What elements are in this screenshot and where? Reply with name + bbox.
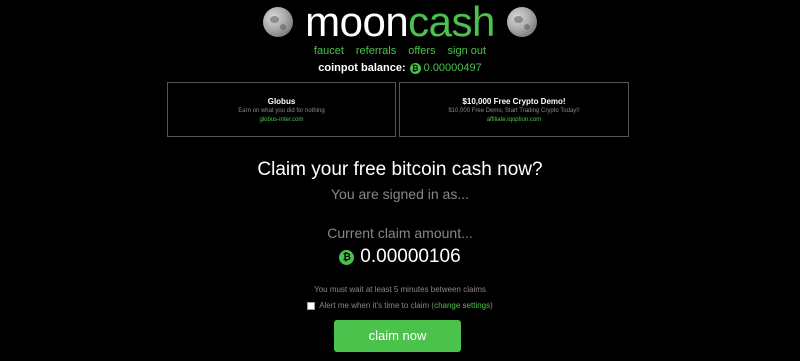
claim-headline: Claim your free bitcoin cash now? bbox=[257, 159, 543, 180]
page: mooncash faucet referrals offers sign ou… bbox=[0, 0, 800, 361]
ad-globus[interactable]: Globus Earn on what you did for nothing … bbox=[167, 82, 396, 137]
alert-option: Alert me when it's time to claim (change… bbox=[0, 300, 800, 312]
signed-in-status: You are signed in as... bbox=[330, 186, 470, 202]
ad-crypto-demo[interactable]: $10,000 Free Crypto Demo! $10,000 Free D… bbox=[399, 82, 629, 137]
ad-url: affiliate.iqoption.com bbox=[486, 117, 542, 123]
nav-bar: faucet referrals offers sign out bbox=[0, 44, 800, 58]
claim-amount-value: 0.00000106 bbox=[360, 246, 461, 267]
ad-title: $10,000 Free Crypto Demo! bbox=[462, 97, 566, 106]
logo-word-moon: moon bbox=[305, 0, 409, 45]
claim-amount: ₿ 0.00000106 bbox=[0, 245, 800, 269]
logo: mooncash bbox=[0, 0, 800, 44]
ad-row: Globus Earn on what you did for nothing … bbox=[167, 82, 629, 139]
balance-label: coinpot balance: bbox=[318, 62, 406, 74]
alert-checkbox[interactable] bbox=[307, 302, 316, 310]
moon-icon-right bbox=[506, 7, 537, 37]
change-settings-link[interactable]: change settings bbox=[434, 300, 490, 312]
logo-word-cash: cash bbox=[408, 0, 495, 45]
bitcoin-cash-icon: ₿ bbox=[409, 62, 421, 74]
wait-notice: You must wait at least 5 minutes between… bbox=[314, 285, 486, 294]
coinpot-balance: coinpot balance: ₿ 0.00000497 bbox=[0, 61, 800, 75]
balance-value: 0.00000497 bbox=[423, 62, 482, 74]
alert-label: Alert me when it's time to claim ( bbox=[319, 301, 435, 310]
ad-description: Earn on what you did for nothing bbox=[238, 108, 325, 114]
ad-url: globus-inter.com bbox=[259, 117, 304, 123]
nav-faucet-link[interactable]: faucet bbox=[314, 44, 344, 58]
claim-now-button[interactable]: claim now bbox=[334, 320, 461, 352]
nav-referrals-link[interactable]: referrals bbox=[356, 44, 396, 58]
nav-sign-out-link[interactable]: sign out bbox=[448, 44, 487, 58]
bitcoin-cash-icon: ₿ bbox=[339, 249, 355, 265]
logo-text: mooncash bbox=[305, 0, 495, 44]
ad-title: Globus bbox=[267, 97, 296, 106]
alert-label-close: ) bbox=[490, 301, 493, 310]
claim-amount-label: Current claim amount... bbox=[327, 225, 473, 241]
ad-description: $10,000 Free Demo, Start Trading Crypto … bbox=[448, 108, 580, 114]
moon-icon-left bbox=[263, 7, 294, 37]
nav-offers-link[interactable]: offers bbox=[408, 44, 435, 58]
